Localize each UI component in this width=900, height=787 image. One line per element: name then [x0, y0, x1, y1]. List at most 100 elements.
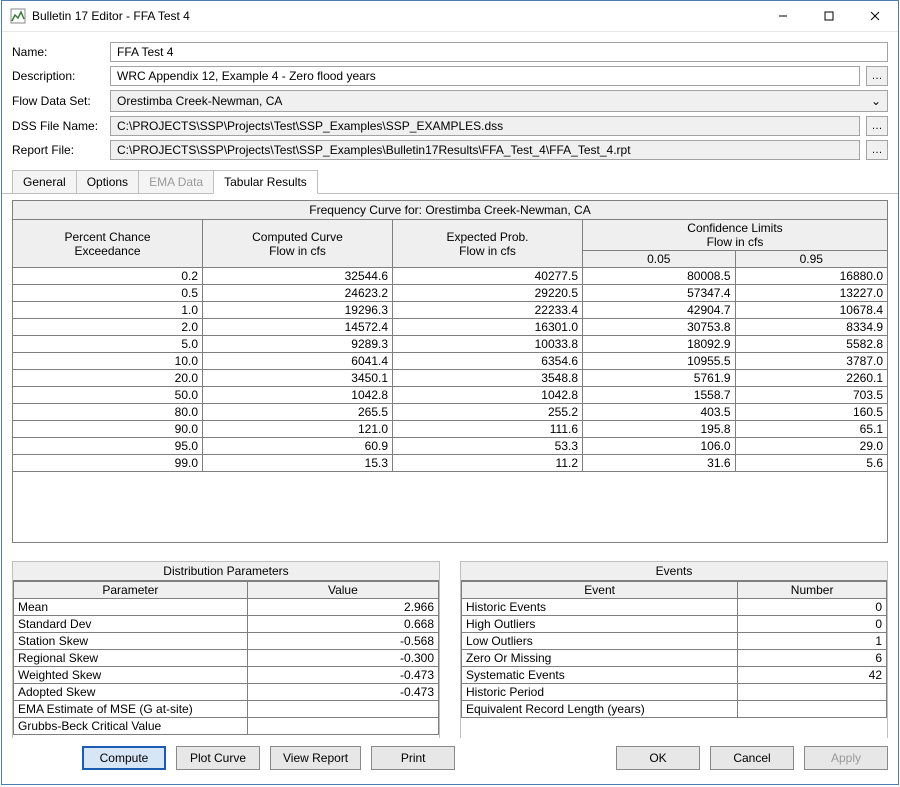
table-cell: 0 — [738, 616, 887, 633]
table-cell: 0.2 — [13, 268, 203, 285]
chevron-down-icon: ⌄ — [871, 94, 881, 108]
table-cell: 80.0 — [13, 404, 203, 421]
table-cell: Grubbs-Beck Critical Value — [14, 718, 248, 735]
table-cell: 0.668 — [247, 616, 438, 633]
table-cell: 1.0 — [13, 302, 203, 319]
description-label: Description: — [12, 69, 104, 83]
col-expected-prob: Expected Prob. Flow in cfs — [393, 220, 583, 268]
close-button[interactable] — [852, 1, 898, 31]
dssfile-input[interactable] — [110, 116, 860, 136]
app-icon — [10, 8, 26, 24]
dssfile-browse-button[interactable]: … — [866, 116, 888, 136]
table-cell: 29220.5 — [393, 285, 583, 302]
table-cell: 22233.4 — [393, 302, 583, 319]
table-cell: 5.0 — [13, 336, 203, 353]
table-cell: 80008.5 — [583, 268, 736, 285]
window: Bulletin 17 Editor - FFA Test 4 Name: De… — [1, 0, 899, 785]
table-cell: EMA Estimate of MSE (G at-site) — [14, 701, 248, 718]
table-row: 99.015.311.231.65.6 — [13, 455, 888, 472]
cancel-button[interactable]: Cancel — [710, 746, 794, 770]
flowdata-value: Orestimba Creek-Newman, CA — [117, 94, 282, 108]
table-cell: Mean — [14, 599, 248, 616]
table-cell: 42 — [738, 667, 887, 684]
table-row: Station Skew-0.568 — [14, 633, 439, 650]
table-row: 20.03450.13548.85761.92260.1 — [13, 370, 888, 387]
maximize-button[interactable] — [806, 1, 852, 31]
table-cell: 42904.7 — [583, 302, 736, 319]
table-cell: 10.0 — [13, 353, 203, 370]
table-row: Systematic Events42 — [462, 667, 887, 684]
table-cell: Standard Dev — [14, 616, 248, 633]
table-cell: 53.3 — [393, 438, 583, 455]
table-row: Zero Or Missing6 — [462, 650, 887, 667]
flowdata-combo[interactable]: Orestimba Creek-Newman, CA ⌄ — [110, 90, 888, 112]
table-cell: 6 — [738, 650, 887, 667]
table-row: 2.014572.416301.030753.88334.9 — [13, 319, 888, 336]
table-cell: 106.0 — [583, 438, 736, 455]
table-cell — [247, 718, 438, 735]
plot-curve-button[interactable]: Plot Curve — [176, 746, 260, 770]
events-col-number: Number — [738, 582, 887, 599]
col-computed-curve: Computed Curve Flow in cfs — [203, 220, 393, 268]
minimize-button[interactable] — [760, 1, 806, 31]
table-cell: Low Outliers — [462, 633, 738, 650]
table-cell: 111.6 — [393, 421, 583, 438]
table-cell — [738, 701, 887, 718]
table-row: 50.01042.81042.81558.7703.5 — [13, 387, 888, 404]
table-cell: 2.0 — [13, 319, 203, 336]
table-row: Weighted Skew-0.473 — [14, 667, 439, 684]
table-cell: 95.0 — [13, 438, 203, 455]
table-cell: 1558.7 — [583, 387, 736, 404]
table-cell: 5761.9 — [583, 370, 736, 387]
titlebar: Bulletin 17 Editor - FFA Test 4 — [2, 1, 898, 32]
table-cell: 2.966 — [247, 599, 438, 616]
table-cell: -0.300 — [247, 650, 438, 667]
table-row: Regional Skew-0.300 — [14, 650, 439, 667]
table-row: 90.0121.0111.6195.865.1 — [13, 421, 888, 438]
print-button[interactable]: Print — [371, 746, 455, 770]
table-cell: 30753.8 — [583, 319, 736, 336]
compute-button[interactable]: Compute — [82, 746, 166, 770]
events-panel: Events Event Number Historic Events0High… — [460, 561, 888, 738]
table-cell: 15.3 — [203, 455, 393, 472]
reportfile-input[interactable] — [110, 140, 860, 160]
table-row: Standard Dev0.668 — [14, 616, 439, 633]
tab-ema-data[interactable]: EMA Data — [138, 170, 214, 193]
table-row: 10.06041.46354.610955.53787.0 — [13, 353, 888, 370]
col-confidence-limits: Confidence Limits Flow in cfs — [583, 220, 888, 251]
reportfile-browse-button[interactable]: … — [866, 140, 888, 160]
distribution-parameters-title: Distribution Parameters — [13, 562, 439, 581]
apply-button[interactable]: Apply — [804, 746, 888, 770]
frequency-curve-panel: Frequency Curve for: Orestimba Creek-New… — [12, 200, 888, 543]
table-cell: 0.5 — [13, 285, 203, 302]
table-cell: 703.5 — [735, 387, 888, 404]
table-cell: 10678.4 — [735, 302, 888, 319]
table-cell: 1042.8 — [393, 387, 583, 404]
table-cell: 31.6 — [583, 455, 736, 472]
tab-options[interactable]: Options — [76, 170, 139, 193]
table-cell: -0.473 — [247, 684, 438, 701]
table-row: Equivalent Record Length (years) — [462, 701, 887, 718]
view-report-button[interactable]: View Report — [270, 746, 361, 770]
table-cell: -0.473 — [247, 667, 438, 684]
table-row: 5.09289.310033.818092.95582.8 — [13, 336, 888, 353]
table-cell: 99.0 — [13, 455, 203, 472]
flowdata-label: Flow Data Set: — [12, 94, 104, 108]
table-cell: Regional Skew — [14, 650, 248, 667]
table-row: Historic Period — [462, 684, 887, 701]
table-row: High Outliers0 — [462, 616, 887, 633]
table-cell: 121.0 — [203, 421, 393, 438]
table-cell: 19296.3 — [203, 302, 393, 319]
ok-button[interactable]: OK — [616, 746, 700, 770]
table-cell: 16301.0 — [393, 319, 583, 336]
table-cell: Equivalent Record Length (years) — [462, 701, 738, 718]
description-input[interactable] — [110, 66, 860, 86]
tab-tabular-results[interactable]: Tabular Results — [213, 170, 318, 194]
table-row: 95.060.953.3106.029.0 — [13, 438, 888, 455]
table-cell: 16880.0 — [735, 268, 888, 285]
description-browse-button[interactable]: … — [866, 66, 888, 86]
table-cell: 1042.8 — [203, 387, 393, 404]
table-row: 1.019296.322233.442904.710678.4 — [13, 302, 888, 319]
name-input[interactable] — [110, 42, 888, 62]
tab-general[interactable]: General — [12, 170, 77, 193]
